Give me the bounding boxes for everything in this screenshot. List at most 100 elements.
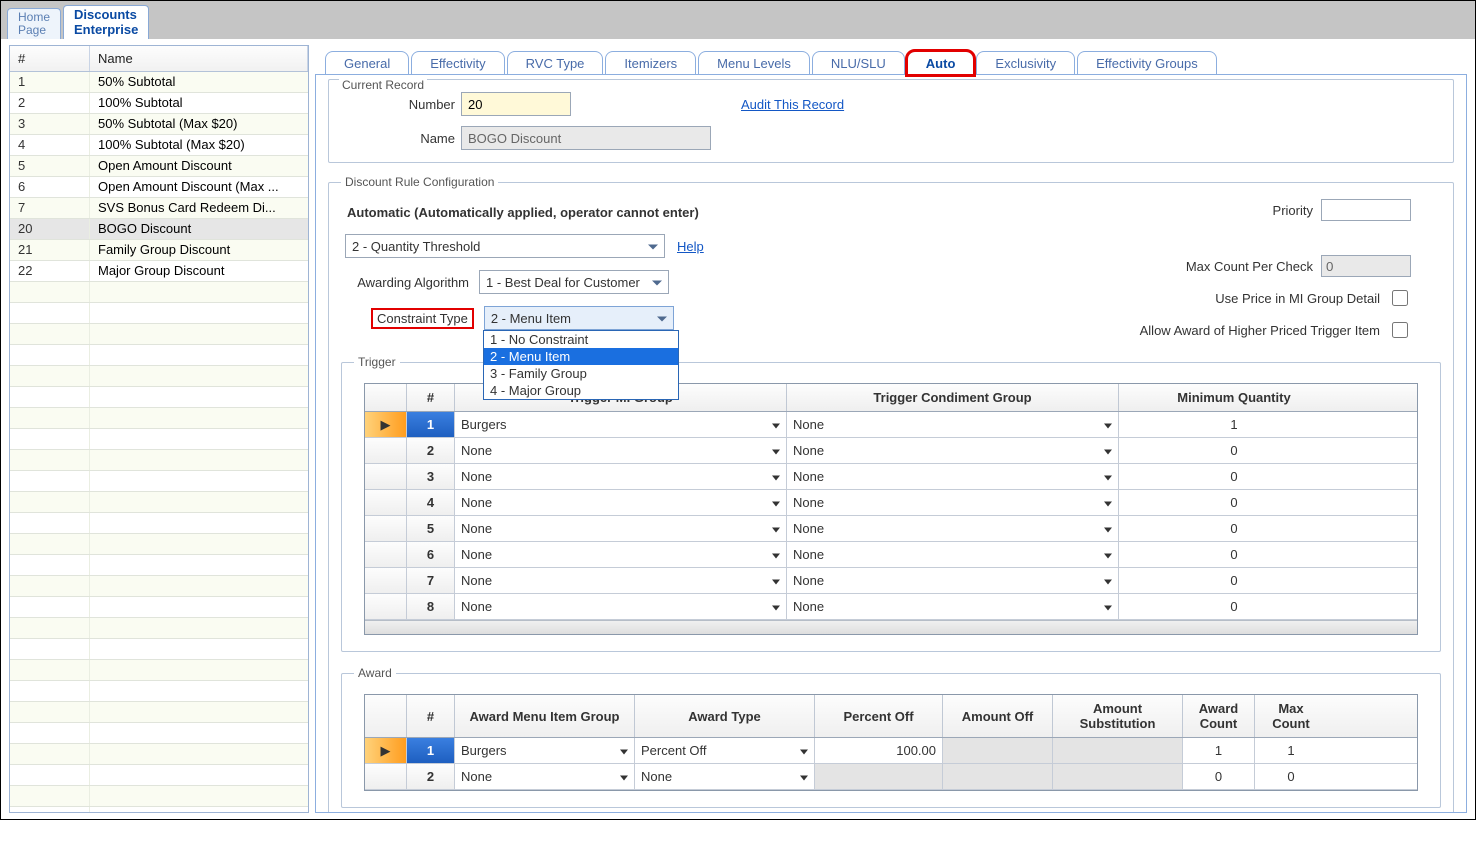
amt-cell[interactable] <box>943 738 1053 763</box>
list-row[interactable]: 350% Subtotal (Max $20) <box>10 114 308 135</box>
list-row-empty[interactable] <box>10 303 308 324</box>
award-grid[interactable]: #Award Menu Item GroupAward TypePercent … <box>364 694 1418 791</box>
list-row-empty[interactable] <box>10 639 308 660</box>
trigger-group-cell[interactable]: None <box>455 542 787 567</box>
list-row[interactable]: 21Family Group Discount <box>10 240 308 261</box>
row-selector[interactable] <box>365 516 407 541</box>
col-min-qty[interactable]: Minimum Quantity <box>1119 384 1349 411</box>
list-row-empty[interactable] <box>10 723 308 744</box>
tab-general[interactable]: General <box>325 51 409 75</box>
row-selector[interactable]: ▶ <box>365 738 407 763</box>
max-cell[interactable]: 1 <box>1255 738 1327 763</box>
award-type-cell[interactable]: Percent Off <box>635 738 815 763</box>
list-row-empty[interactable] <box>10 597 308 618</box>
row-selector[interactable] <box>365 764 407 789</box>
list-row[interactable]: 6Open Amount Discount (Max ... <box>10 177 308 198</box>
tab-nlu-slu[interactable]: NLU/SLU <box>812 51 905 75</box>
row-selector[interactable] <box>365 490 407 515</box>
min-qty-cell[interactable]: 0 <box>1119 594 1349 619</box>
list-row[interactable]: 22Major Group Discount <box>10 261 308 282</box>
list-row-empty[interactable] <box>10 345 308 366</box>
trigger-cond-cell[interactable]: None <box>787 516 1119 541</box>
col-award-type[interactable]: Award Type <box>635 695 815 737</box>
row-selector[interactable] <box>365 438 407 463</box>
col-amt[interactable]: Amount Off <box>943 695 1053 737</box>
min-qty-cell[interactable]: 0 <box>1119 464 1349 489</box>
tab-discounts[interactable]: Discounts Enterprise <box>63 5 149 39</box>
min-qty-cell[interactable]: 0 <box>1119 516 1349 541</box>
list-row[interactable]: 20BOGO Discount <box>10 219 308 240</box>
row-selector[interactable]: ▶ <box>365 412 407 437</box>
trigger-cond-cell[interactable]: None <box>787 594 1119 619</box>
trigger-row[interactable]: 3NoneNone0 <box>365 464 1417 490</box>
trigger-cond-cell[interactable]: None <box>787 412 1119 437</box>
list-row[interactable]: 2100% Subtotal <box>10 93 308 114</box>
list-row-empty[interactable] <box>10 450 308 471</box>
pct-cell[interactable]: 100.00 <box>815 738 943 763</box>
trigger-group-cell[interactable]: None <box>455 438 787 463</box>
list-row-empty[interactable] <box>10 660 308 681</box>
threshold-combo[interactable]: 2 - Quantity Threshold <box>345 234 665 258</box>
list-row[interactable]: 7SVS Bonus Card Redeem Di... <box>10 198 308 219</box>
trigger-group-cell[interactable]: None <box>455 464 787 489</box>
list-row-empty[interactable] <box>10 618 308 639</box>
list-row-empty[interactable] <box>10 702 308 723</box>
award-group-cell[interactable]: Burgers <box>455 738 635 763</box>
award-type-cell[interactable]: None <box>635 764 815 789</box>
list-row-empty[interactable] <box>10 807 308 812</box>
trigger-row[interactable]: 6NoneNone0 <box>365 542 1417 568</box>
list-row-empty[interactable] <box>10 765 308 786</box>
col-num[interactable]: # <box>407 384 455 411</box>
trigger-group-cell[interactable]: None <box>455 490 787 515</box>
tab-menu-levels[interactable]: Menu Levels <box>698 51 810 75</box>
award-group-cell[interactable]: None <box>455 764 635 789</box>
max-count-field[interactable] <box>1321 255 1411 277</box>
col-num[interactable]: # <box>407 695 455 737</box>
amt-cell[interactable] <box>943 764 1053 789</box>
tab-home[interactable]: Home Page <box>7 8 61 39</box>
cnt-cell[interactable]: 0 <box>1183 764 1255 789</box>
trigger-row[interactable]: 8NoneNone0 <box>365 594 1417 620</box>
use-price-checkbox[interactable] <box>1392 290 1408 306</box>
discount-list-body[interactable]: 150% Subtotal2100% Subtotal350% Subtotal… <box>10 72 308 812</box>
min-qty-cell[interactable]: 0 <box>1119 542 1349 567</box>
trigger-row[interactable]: 5NoneNone0 <box>365 516 1417 542</box>
min-qty-cell[interactable]: 0 <box>1119 568 1349 593</box>
award-row[interactable]: ▶1BurgersPercent Off100.0011 <box>365 738 1417 764</box>
list-row-empty[interactable] <box>10 576 308 597</box>
pct-cell[interactable] <box>815 764 943 789</box>
list-row-empty[interactable] <box>10 513 308 534</box>
trigger-group-cell[interactable]: Burgers <box>455 412 787 437</box>
grid-scrollbar[interactable] <box>365 620 1417 634</box>
min-qty-cell[interactable]: 0 <box>1119 490 1349 515</box>
constraint-option[interactable]: 4 - Major Group <box>484 382 678 399</box>
constraint-option[interactable]: 3 - Family Group <box>484 365 678 382</box>
tab-itemizers[interactable]: Itemizers <box>605 51 696 75</box>
col-trigger-cond[interactable]: Trigger Condiment Group <box>787 384 1119 411</box>
trigger-group-cell[interactable]: None <box>455 516 787 541</box>
trigger-row[interactable]: 7NoneNone0 <box>365 568 1417 594</box>
list-row-empty[interactable] <box>10 408 308 429</box>
trigger-group-cell[interactable]: None <box>455 594 787 619</box>
awarding-combo[interactable]: 1 - Best Deal for Customer <box>479 270 669 294</box>
col-cnt[interactable]: Award Count <box>1183 695 1255 737</box>
trigger-cond-cell[interactable]: None <box>787 464 1119 489</box>
trigger-row[interactable]: 2NoneNone0 <box>365 438 1417 464</box>
trigger-grid[interactable]: #Trigger MI GroupTrigger Condiment Group… <box>364 383 1418 635</box>
list-row[interactable]: 4100% Subtotal (Max $20) <box>10 135 308 156</box>
col-pct[interactable]: Percent Off <box>815 695 943 737</box>
cnt-cell[interactable]: 1 <box>1183 738 1255 763</box>
sub-cell[interactable] <box>1053 764 1183 789</box>
list-row-empty[interactable] <box>10 534 308 555</box>
min-qty-cell[interactable]: 0 <box>1119 438 1349 463</box>
trigger-cond-cell[interactable]: None <box>787 438 1119 463</box>
list-row-empty[interactable] <box>10 786 308 807</box>
constraint-dropdown[interactable]: 1 - No Constraint2 - Menu Item3 - Family… <box>483 330 679 400</box>
col-sub[interactable]: Amount Substitution <box>1053 695 1183 737</box>
col-award-group[interactable]: Award Menu Item Group <box>455 695 635 737</box>
list-row-empty[interactable] <box>10 681 308 702</box>
award-row[interactable]: 2NoneNone00 <box>365 764 1417 790</box>
list-row-empty[interactable] <box>10 324 308 345</box>
sub-cell[interactable] <box>1053 738 1183 763</box>
tab-auto[interactable]: Auto <box>907 51 975 75</box>
